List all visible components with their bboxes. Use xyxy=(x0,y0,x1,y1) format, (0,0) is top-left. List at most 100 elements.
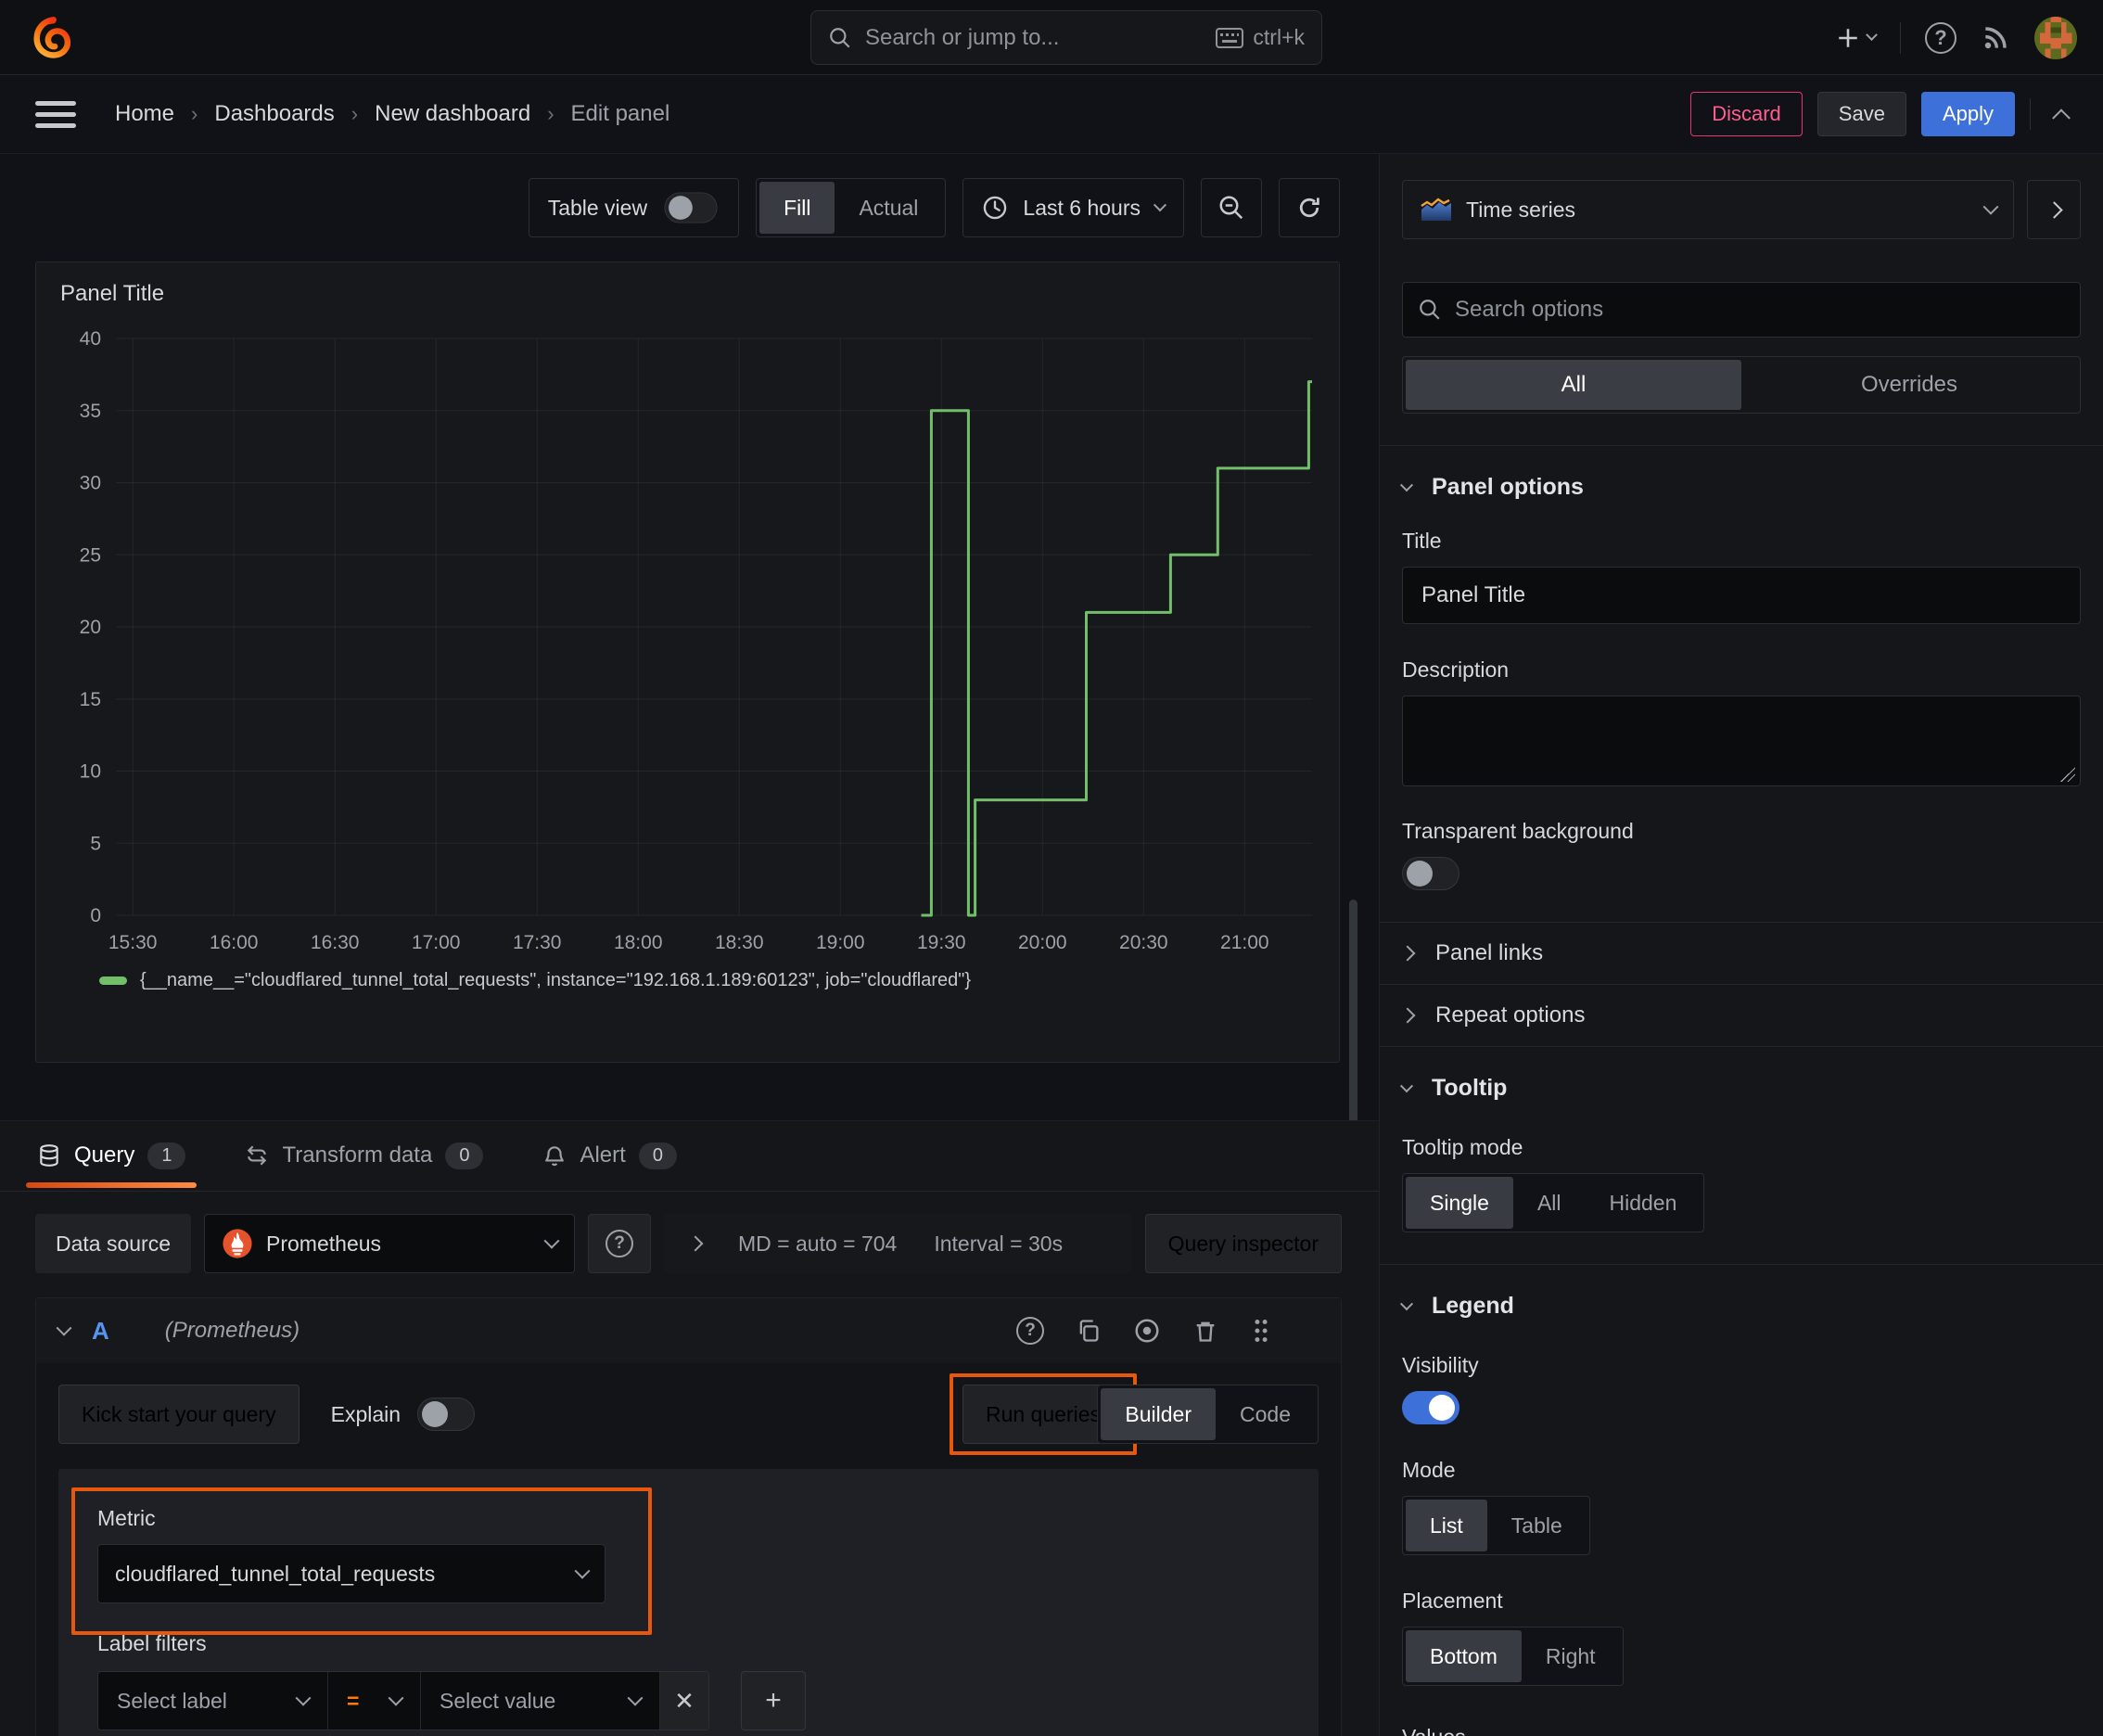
divider xyxy=(1900,21,1901,54)
query-count-badge: 1 xyxy=(147,1142,186,1169)
tab-transform-data[interactable]: Transform data 0 xyxy=(245,1120,484,1191)
toggle-query-visibility-button[interactable] xyxy=(1133,1317,1161,1345)
visualization-picker[interactable]: Time series xyxy=(1402,180,2014,239)
legend-series-label[interactable]: {__name__="cloudflared_tunnel_total_requ… xyxy=(140,970,971,991)
chevron-right-icon xyxy=(2045,200,2063,219)
options-tabs: All Overrides xyxy=(1402,356,2081,414)
legend-list-option[interactable]: List xyxy=(1406,1500,1487,1551)
query-options-summary[interactable]: MD = auto = 704 Interval = 30s xyxy=(664,1214,1132,1273)
chevron-right-icon xyxy=(1399,1007,1416,1024)
chart-legend[interactable]: {__name__="cloudflared_tunnel_total_requ… xyxy=(44,970,1332,991)
svg-text:17:00: 17:00 xyxy=(412,932,461,953)
new-menu-button[interactable] xyxy=(1836,26,1878,50)
legend-visibility-switch[interactable] xyxy=(1402,1391,1459,1424)
grafana-logo-icon[interactable] xyxy=(32,16,74,58)
apply-button[interactable]: Apply xyxy=(1920,92,2015,136)
label-filters: Label filters Select label = Select valu… xyxy=(79,1631,1298,1730)
table-view-toggle[interactable]: Table view xyxy=(528,178,740,237)
divider xyxy=(1380,1264,2103,1265)
metric-select[interactable]: cloudflared_tunnel_total_requests xyxy=(97,1544,605,1603)
breadcrumb-new-dashboard[interactable]: New dashboard xyxy=(369,101,536,127)
operator-dropdown[interactable]: = xyxy=(328,1672,421,1730)
legend-bottom-option[interactable]: Bottom xyxy=(1406,1630,1522,1682)
tab-overrides[interactable]: Overrides xyxy=(1741,360,2077,410)
datasource-help-button[interactable]: ? xyxy=(588,1214,652,1273)
zoom-out-icon xyxy=(1219,196,1243,220)
svg-text:25: 25 xyxy=(80,544,101,566)
breadcrumb-home[interactable]: Home xyxy=(109,101,180,127)
tab-query[interactable]: Query 1 xyxy=(25,1120,198,1191)
global-search[interactable]: ctrl+k xyxy=(810,10,1322,65)
global-search-input[interactable] xyxy=(865,24,1204,51)
user-avatar[interactable] xyxy=(2034,16,2077,59)
prometheus-icon xyxy=(223,1229,252,1258)
query-inspector-button[interactable]: Query inspector xyxy=(1144,1214,1342,1273)
time-range-picker[interactable]: Last 6 hours xyxy=(962,178,1184,237)
transparent-background-switch[interactable] xyxy=(1402,857,1459,890)
fill-option[interactable]: Fill xyxy=(759,182,835,234)
zoom-out-button[interactable] xyxy=(1201,178,1262,237)
select-label-dropdown[interactable]: Select label xyxy=(98,1672,328,1730)
panel-title-input[interactable] xyxy=(1402,567,2081,624)
remove-filter-button[interactable]: ✕ xyxy=(660,1672,708,1730)
table-view-label: Table view xyxy=(547,195,648,220)
options-search-input[interactable] xyxy=(1455,297,2065,323)
repeat-options-label: Repeat options xyxy=(1435,1002,1586,1028)
collapse-query-icon[interactable] xyxy=(56,1320,72,1336)
select-value-dropdown[interactable]: Select value xyxy=(421,1672,660,1730)
discard-button[interactable]: Discard xyxy=(1690,92,1803,136)
operator-value: = xyxy=(347,1688,360,1713)
panel-options-header[interactable]: Panel options xyxy=(1399,474,2081,501)
delete-query-button[interactable] xyxy=(1192,1318,1218,1344)
tooltip-all-option[interactable]: All xyxy=(1513,1177,1586,1229)
resize-handle[interactable] xyxy=(2060,767,2075,782)
svg-text:10: 10 xyxy=(80,761,101,783)
drag-query-handle[interactable] xyxy=(1250,1317,1272,1345)
query-row-header[interactable]: A (Prometheus) ? xyxy=(36,1298,1341,1363)
chevron-down-icon xyxy=(1866,29,1878,42)
refresh-button[interactable] xyxy=(1279,178,1340,237)
add-filter-button[interactable]: + xyxy=(741,1671,806,1730)
description-textarea[interactable] xyxy=(1402,696,2081,786)
query-row-body: Kick start your query Explain Run querie… xyxy=(36,1363,1341,1736)
tab-alert[interactable]: Alert 0 xyxy=(542,1120,677,1191)
datasource-picker[interactable]: Prometheus xyxy=(204,1214,576,1273)
save-button[interactable]: Save xyxy=(1816,92,1906,136)
legend-right-option[interactable]: Right xyxy=(1522,1630,1620,1682)
fill-actual-segmented: Fill Actual xyxy=(756,178,947,237)
code-option[interactable]: Code xyxy=(1216,1388,1315,1440)
tooltip-header[interactable]: Tooltip xyxy=(1399,1075,2081,1102)
visualization-row: Time series xyxy=(1402,180,2081,239)
help-button[interactable]: ? xyxy=(1925,21,1956,54)
collapse-header-button[interactable] xyxy=(2052,108,2071,128)
breadcrumb-dashboards[interactable]: Dashboards xyxy=(209,101,339,127)
breadcrumb-separator: › xyxy=(350,102,359,125)
kick-start-query-button[interactable]: Kick start your query xyxy=(58,1385,300,1444)
transparent-background-label: Transparent background xyxy=(1402,819,1634,843)
legend-header[interactable]: Legend xyxy=(1399,1293,2081,1320)
tooltip-title: Tooltip xyxy=(1432,1075,1508,1101)
max-data-points-stat: MD = auto = 704 xyxy=(738,1231,898,1256)
news-button[interactable] xyxy=(1981,23,2010,53)
repeat-options-section[interactable]: Repeat options xyxy=(1399,985,2081,1046)
tooltip-single-option[interactable]: Single xyxy=(1406,1177,1513,1229)
actual-option[interactable]: Actual xyxy=(835,182,942,234)
builder-option[interactable]: Builder xyxy=(1101,1388,1217,1440)
tab-transform-label: Transform data xyxy=(282,1142,433,1168)
tooltip-hidden-option[interactable]: Hidden xyxy=(1586,1177,1702,1229)
explain-switch[interactable] xyxy=(417,1398,476,1431)
tab-all-options[interactable]: All xyxy=(1406,360,1741,410)
help-icon: ? xyxy=(1925,21,1956,54)
panel-links-section[interactable]: Panel links xyxy=(1399,923,2081,984)
table-view-switch[interactable] xyxy=(664,192,718,223)
query-help-button[interactable]: ? xyxy=(1016,1317,1044,1345)
duplicate-query-button[interactable] xyxy=(1076,1318,1102,1344)
toggle-viz-picker-button[interactable] xyxy=(2027,180,2081,239)
bell-icon xyxy=(545,1146,565,1167)
database-icon xyxy=(40,1144,58,1167)
legend-table-option[interactable]: Table xyxy=(1487,1500,1587,1551)
options-search[interactable] xyxy=(1402,282,2081,338)
menu-toggle-button[interactable] xyxy=(35,100,76,128)
time-series-chart[interactable]: 0 5 10 15 20 25 30 35 40 15:30 16:00 16:30 17:00 17:3… xyxy=(44,320,1329,964)
chart-panel[interactable]: Panel Title 0 5 10 15 20 25 30 35 40 15:30 16:00 16… xyxy=(35,262,1340,1063)
